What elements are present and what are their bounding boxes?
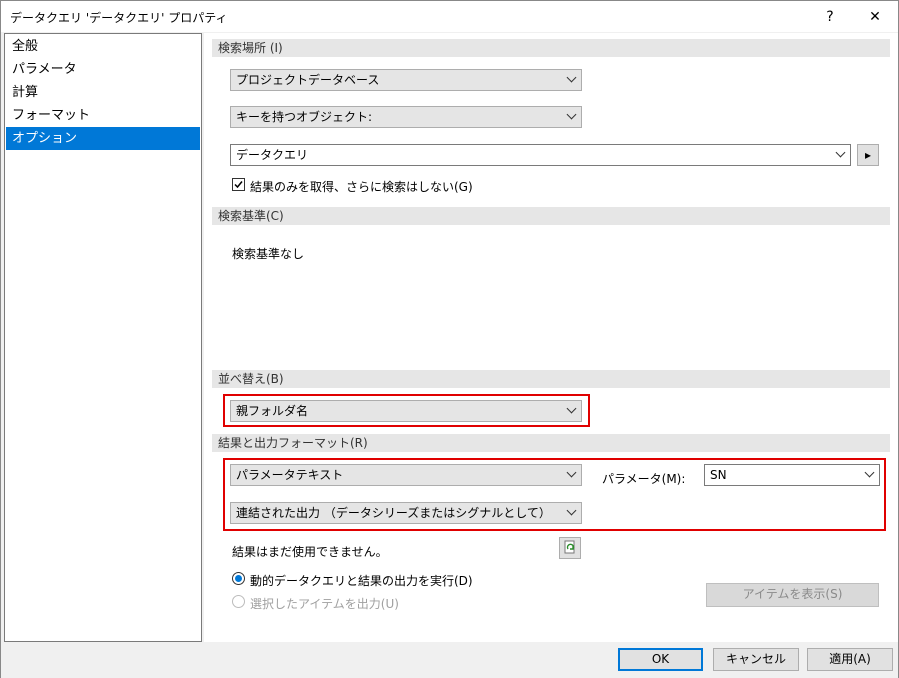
data-query-combo[interactable]: データクエリ [230, 144, 851, 166]
run-dynamic-query-radio[interactable] [232, 572, 245, 585]
chevron-down-icon [835, 147, 846, 158]
output-mode-value: 連結された出力 （データシリーズまたはシグナルとして） [236, 506, 551, 520]
section-search-location: 検索場所 (I) [212, 39, 890, 57]
nav-item-parameters[interactable]: パラメータ [6, 58, 200, 81]
refresh-icon [564, 540, 575, 554]
chevron-down-icon [566, 72, 577, 83]
button-bar: OK キャンセル 適用(A) [1, 643, 898, 678]
window-title: データクエリ 'データクエリ' プロパティ [10, 11, 228, 25]
parameter-combo[interactable]: SN [704, 464, 880, 486]
cancel-button[interactable]: キャンセル [713, 648, 799, 671]
nav-item-format[interactable]: フォーマット [6, 104, 200, 127]
radio-selected-dot [235, 575, 242, 582]
sort-value: 親フォルダ名 [236, 404, 309, 418]
object-with-key-value: キーを持つオブジェクト: [236, 110, 373, 124]
parameter-label: パラメータ(M): [602, 472, 686, 486]
parameter-value: SN [710, 468, 727, 482]
chevron-down-icon [566, 109, 577, 120]
title-bar: データクエリ 'データクエリ' プロパティ ? ✕ [1, 1, 898, 32]
chevron-down-icon [864, 467, 875, 478]
section-sort: 並べ替え(B) [212, 370, 890, 388]
nav-list: 全般 パラメータ 計算 フォーマット オプション [4, 33, 202, 642]
criteria-text: 検索基準なし [232, 247, 305, 261]
ok-button[interactable]: OK [618, 648, 703, 671]
sort-combo[interactable]: 親フォルダ名 [230, 400, 582, 422]
nav-item-calculation[interactable]: 計算 [6, 81, 200, 104]
output-format-value: パラメータテキスト [236, 468, 344, 482]
output-selected-label: 選択したアイテムを出力(U) [250, 597, 399, 611]
output-format-combo[interactable]: パラメータテキスト [230, 464, 582, 486]
output-mode-combo[interactable]: 連結された出力 （データシリーズまたはシグナルとして） [230, 502, 582, 524]
chevron-down-icon [566, 467, 577, 478]
checkmark-icon [234, 181, 243, 189]
chevron-down-icon [566, 403, 577, 414]
object-with-key-combo[interactable]: キーを持つオブジェクト: [230, 106, 582, 128]
output-selected-radio[interactable] [232, 595, 245, 608]
results-only-label: 結果のみを取得、さらに検索はしない(G) [250, 180, 473, 194]
run-dynamic-query-label: 動的データクエリと結果の出力を実行(D) [250, 574, 473, 588]
properties-dialog: データクエリ 'データクエリ' プロパティ ? ✕ 全般 パラメータ 計算 フォ… [0, 0, 899, 678]
results-only-checkbox[interactable] [232, 178, 245, 191]
help-button[interactable]: ? [807, 1, 853, 32]
status-text: 結果はまだ使用できません。 [232, 545, 388, 559]
apply-button[interactable]: 適用(A) [807, 648, 893, 671]
nav-item-options[interactable]: オプション [6, 127, 200, 150]
close-button[interactable]: ✕ [852, 1, 898, 32]
options-panel: 検索場所 (I) プロジェクトデータベース キーを持つオブジェクト: データクエ… [204, 33, 898, 642]
section-output-format: 結果と出力フォーマット(R) [212, 434, 890, 452]
chevron-down-icon [566, 505, 577, 516]
navigate-arrow-button[interactable]: ▸ [857, 144, 879, 166]
search-location-combo[interactable]: プロジェクトデータベース [230, 69, 582, 91]
nav-item-general[interactable]: 全般 [6, 35, 200, 58]
refresh-button[interactable] [559, 537, 581, 559]
show-items-button[interactable]: アイテムを表示(S) [706, 583, 879, 607]
search-location-value: プロジェクトデータベース [236, 73, 380, 87]
section-criteria: 検索基準(C) [212, 207, 890, 225]
data-query-value: データクエリ [236, 148, 309, 162]
